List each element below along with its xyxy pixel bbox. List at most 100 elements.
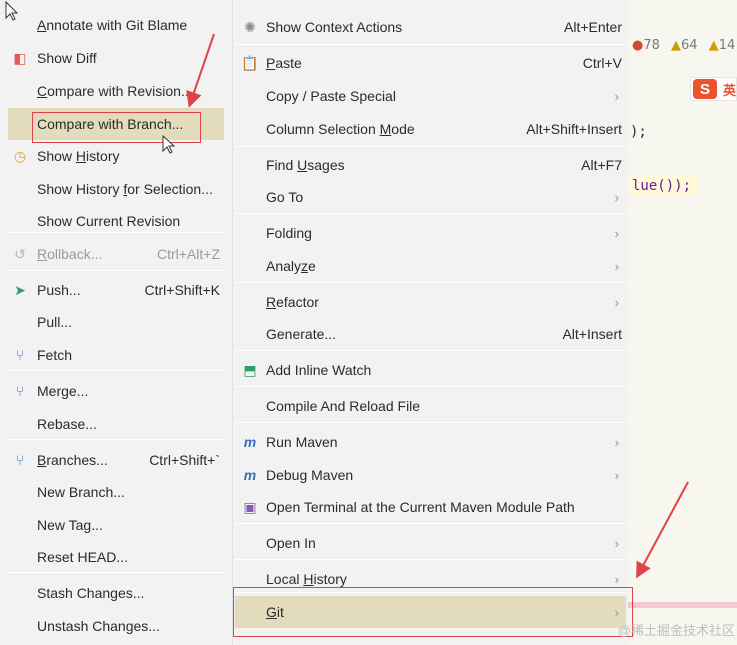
menu-item-compare-with-revision[interactable]: Compare with Revision...: [8, 75, 224, 107]
menu-item-analyze[interactable]: Analyze ›: [235, 250, 626, 282]
menu-item-shortcut: Ctrl+Shift+K: [144, 282, 220, 298]
submenu-arrow-icon: ›: [614, 535, 619, 551]
menu-item-open-terminal-at-the-current-maven-module-path[interactable]: ▣ Open Terminal at the Current Maven Modu…: [235, 491, 626, 523]
menu-item-open-in[interactable]: Open In ›: [235, 527, 626, 559]
menu-separator: [8, 370, 224, 371]
menu-item-label: Generate...: [266, 326, 337, 342]
branches-icon: ⑂: [15, 452, 25, 468]
fetch-icon: ⑂: [15, 347, 25, 363]
menu-item-debug-maven[interactable]: m Debug Maven ›: [235, 459, 626, 491]
menu-item-run-maven[interactable]: m Run Maven ›: [235, 426, 626, 458]
menu-item-fetch[interactable]: ⑂ Fetch: [8, 339, 224, 371]
menu-item-label: Add Inline Watch: [266, 362, 372, 378]
menu-separator: [235, 146, 626, 147]
menu-item-label: Show History for Selection...: [37, 181, 213, 197]
menu-item-shortcut: Alt+F7: [581, 157, 622, 173]
annotation-box-compare-branch: [32, 112, 201, 143]
menu-item-refactor[interactable]: Refactor ›: [235, 286, 626, 318]
menu-item-go-to[interactable]: Go To ›: [235, 181, 626, 213]
menu-item-show-history[interactable]: ◷ Show History: [8, 140, 224, 172]
submenu-arrow-icon: ›: [614, 189, 619, 205]
menu-separator: [235, 282, 626, 283]
menu-item-pull[interactable]: Pull...: [8, 306, 224, 338]
menu-item-label: Merge...: [37, 383, 89, 399]
menu-item-rollback[interactable]: ↺ Rollback... Ctrl+Alt+Z: [8, 238, 224, 270]
menu-separator: [235, 422, 626, 423]
menu-item-label: Show Current Revision: [37, 213, 181, 229]
menu-separator: [235, 386, 626, 387]
menu-item-add-inline-watch[interactable]: ⬒ Add Inline Watch: [235, 354, 626, 386]
menu-item-push[interactable]: ➤ Push... Ctrl+Shift+K: [8, 274, 224, 306]
menu-item-shortcut: Alt+Insert: [562, 326, 622, 342]
menu-item-copy-paste-special[interactable]: Copy / Paste Special ›: [235, 80, 626, 112]
menu-separator: [8, 572, 224, 573]
watermark: @稀土掘金技术社区: [617, 623, 735, 638]
menu-item-show-history-for-selection[interactable]: Show History for Selection...: [8, 173, 224, 205]
menu-item-paste[interactable]: 📋 Paste Ctrl+V: [235, 47, 626, 79]
menu-item-rebase[interactable]: Rebase...: [8, 408, 224, 440]
maven-run-icon: m: [243, 434, 257, 450]
history-icon: ◷: [13, 147, 27, 164]
code-editor[interactable]: ●78 ▲64 ▲14 S 英 ); lue());: [628, 0, 737, 645]
submenu-arrow-icon: ›: [614, 225, 619, 241]
menu-item-show-context-actions[interactable]: ✺ Show Context Actions Alt+Enter: [235, 11, 626, 43]
menu-item-shortcut: Alt+Shift+Insert: [526, 121, 622, 137]
menu-item-reset-head[interactable]: Reset HEAD...: [8, 541, 224, 573]
menu-item-label: Fetch: [37, 347, 73, 363]
menu-item-label: Stash Changes...: [37, 585, 145, 601]
push-icon: ➤: [14, 281, 26, 298]
menu-item-column-selection-mode[interactable]: Column Selection Mode Alt+Shift+Insert: [235, 113, 626, 145]
menu-item-shortcut: Ctrl+Alt+Z: [156, 246, 220, 262]
menu-separator: [235, 350, 626, 351]
menu-item-branches[interactable]: ⑂ Branches... Ctrl+Shift+`: [8, 444, 224, 476]
terminal-icon: ▣: [243, 498, 257, 515]
menu-item-label: New Branch...: [37, 484, 125, 500]
menu-item-label: Debug Maven: [266, 467, 354, 483]
rollback-icon: ↺: [14, 245, 26, 262]
menu-item-new-branch[interactable]: New Branch...: [8, 476, 224, 508]
menu-separator: [235, 213, 626, 214]
menu-item-merge[interactable]: ⑂ Merge...: [8, 375, 224, 407]
menu-item-folding[interactable]: Folding ›: [235, 217, 626, 249]
bulb-icon: ✺: [244, 18, 256, 35]
menu-item-label: Run Maven: [266, 434, 338, 450]
menu-separator: [8, 232, 224, 233]
error-icon: ●: [632, 38, 644, 53]
menu-item-annotate-with-git-blame[interactable]: Annotate with Git Blame: [8, 9, 224, 41]
menu-item-label: Compare with Revision...: [37, 83, 193, 99]
menu-item-label: Push...: [37, 282, 81, 298]
warning-icon: ▲: [671, 38, 682, 53]
menu-item-label: Open In: [266, 535, 316, 551]
menu-item-stash-changes[interactable]: Stash Changes...: [8, 577, 224, 609]
submenu-arrow-icon: ›: [614, 258, 619, 274]
submenu-arrow-icon: ›: [614, 467, 619, 483]
menu-item-label: Copy / Paste Special: [266, 88, 396, 104]
menu-item-unstash-changes[interactable]: Unstash Changes...: [8, 610, 224, 642]
menu-item-label: Analyze: [266, 258, 316, 274]
sogou-logo-icon: S: [693, 79, 717, 99]
menu-item-label: Show Context Actions: [266, 19, 403, 35]
code-line-highlighted: lue());: [630, 176, 698, 196]
menu-item-label: Go To: [266, 189, 304, 205]
menu-separator: [235, 523, 626, 524]
menu-item-generate[interactable]: Generate... Alt+Insert: [235, 318, 626, 350]
menu-item-label: Compile And Reload File: [266, 398, 421, 414]
menu-item-new-tag[interactable]: New Tag...: [8, 509, 224, 541]
weak-warning-icon: ▲: [708, 38, 719, 53]
menu-item-label: Annotate with Git Blame: [37, 17, 188, 33]
menu-separator: [8, 439, 224, 440]
menu-item-shortcut: Alt+Enter: [564, 19, 622, 35]
menu-item-label: Paste: [266, 55, 302, 71]
menu-item-show-diff[interactable]: ◧ Show Diff: [8, 42, 224, 74]
menu-item-label: Folding: [266, 225, 312, 241]
menu-item-compile-and-reload-file[interactable]: Compile And Reload File: [235, 390, 626, 422]
annotation-box-git: [233, 587, 633, 637]
git-submenu: Annotate with Git Blame ◧ Show Diff Compare…: [0, 0, 232, 645]
menu-item-label: Reset HEAD...: [37, 549, 129, 565]
weak-warning-count: 14: [718, 38, 736, 53]
menu-item-find-usages[interactable]: Find Usages Alt+F7: [235, 149, 626, 181]
menu-item-shortcut: Ctrl+V: [582, 55, 622, 71]
ime-toolbar[interactable]: S 英: [690, 77, 737, 101]
inspection-widget[interactable]: ●78 ▲64 ▲14: [632, 38, 737, 53]
editor-context-menu: ✺ Show Context Actions Alt+Enter 📋 Paste Ctrl…: [232, 0, 628, 645]
